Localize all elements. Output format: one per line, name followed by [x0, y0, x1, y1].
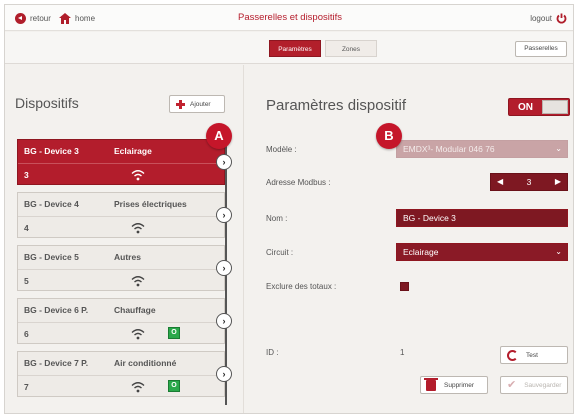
increment-icon[interactable]: ▶	[555, 177, 561, 186]
device-item[interactable]: BG - Device 6 P. Chauffage 6 O ›	[17, 298, 232, 344]
wifi-icon	[131, 223, 145, 234]
parameters-heading: Paramètres dispositif	[266, 97, 407, 114]
device-number: 5	[24, 276, 29, 286]
device-item[interactable]: BG - Device 5 Autres 5 ›	[17, 245, 232, 291]
circuit-label: Circuit :	[266, 248, 294, 257]
device-list: BG - Device 3 Eclairage 3 › BG - Device …	[17, 139, 232, 404]
modele-select: EMDX³- Modular 046 76 ⌄	[396, 140, 568, 158]
chevron-down-icon: ⌄	[555, 247, 562, 256]
save-label: Sauvegarder	[524, 381, 562, 389]
chevron-down-icon: ⌄	[555, 144, 562, 153]
on-off-toggle[interactable]: ON	[508, 98, 570, 116]
top-bar: retour home Passerelles et dispositifs l…	[5, 5, 573, 31]
divider	[18, 269, 224, 270]
device-number: 6	[24, 329, 29, 339]
device-type: Air conditionné	[114, 358, 177, 368]
wifi-icon	[131, 382, 145, 393]
plus-icon	[176, 99, 185, 109]
device-number: 7	[24, 382, 29, 392]
exclure-label: Exclure des totaux :	[266, 282, 337, 291]
logout-label: logout	[530, 13, 552, 23]
device-name: BG - Device 3	[24, 146, 79, 156]
marker-a: A	[206, 123, 232, 149]
nom-label: Nom :	[266, 214, 288, 223]
wifi-icon	[131, 276, 145, 287]
divider	[18, 375, 224, 376]
toggle-label: ON	[518, 102, 533, 113]
wifi-icon	[131, 329, 145, 340]
passerelles-button[interactable]: Passerelles	[515, 41, 567, 57]
test-button[interactable]: Test	[500, 346, 568, 364]
exclure-checkbox[interactable]	[400, 282, 409, 291]
device-name: BG - Device 6 P.	[24, 305, 89, 315]
adresse-modbus-stepper[interactable]: ◀ 3 ▶	[490, 173, 568, 191]
chevron-right-icon[interactable]: ›	[216, 154, 232, 170]
wifi-icon	[131, 170, 145, 181]
test-label: Test	[526, 351, 538, 359]
device-type: Autres	[114, 252, 141, 262]
circuit-value: Eclairage	[403, 247, 439, 257]
chevron-right-icon[interactable]: ›	[216, 366, 232, 382]
circuit-select[interactable]: Eclairage ⌄	[396, 243, 568, 261]
id-label: ID :	[266, 348, 279, 357]
chevron-right-icon[interactable]: ›	[216, 260, 232, 276]
device-name: BG - Device 5	[24, 252, 79, 262]
divider	[18, 216, 224, 217]
device-type: Eclairage	[114, 146, 152, 156]
power-icon	[556, 13, 567, 24]
devices-panel: Dispositifs Ajouter BG - Device 3 Eclair…	[5, 65, 243, 413]
nom-input[interactable]: BG - Device 3	[396, 209, 568, 227]
tab-parametres[interactable]: Paramètres	[269, 40, 321, 57]
logout-button[interactable]: logout	[530, 11, 567, 25]
add-device-button[interactable]: Ajouter	[169, 95, 225, 113]
modele-value: EMDX³- Modular 046 76	[403, 144, 495, 154]
modele-label: Modèle :	[266, 145, 297, 154]
delete-label: Supprimer	[444, 381, 474, 389]
chevron-right-icon[interactable]: ›	[216, 313, 232, 329]
device-number: 4	[24, 223, 29, 233]
divider	[18, 163, 224, 164]
divider	[18, 322, 224, 323]
device-type: Chauffage	[114, 305, 156, 315]
save-button[interactable]: ✔ Sauvegarder	[500, 376, 568, 394]
checkmark-icon: ✔	[507, 378, 517, 391]
trash-icon	[424, 377, 438, 391]
device-type: Prises électriques	[114, 199, 187, 209]
device-item[interactable]: BG - Device 7 P. Air conditionné 7 O ›	[17, 351, 232, 397]
delete-button[interactable]: Supprimer	[420, 376, 488, 394]
refresh-icon	[507, 349, 518, 361]
chevron-right-icon[interactable]: ›	[216, 207, 232, 223]
id-value: 1	[400, 348, 405, 357]
page-title: Passerelles et dispositifs	[237, 12, 343, 23]
marker-b: B	[376, 123, 402, 149]
device-name: BG - Device 7 P.	[24, 358, 89, 368]
tab-zones[interactable]: Zones	[325, 40, 377, 57]
tab-bar: Paramètres Zones Passerelles	[5, 32, 573, 64]
add-label: Ajouter	[190, 100, 211, 108]
app-window: retour home Passerelles et dispositifs l…	[4, 4, 574, 414]
device-parameters-panel: Paramètres dispositif ON Modèle : EMDX³-…	[243, 65, 573, 413]
module-status-badge: O	[168, 380, 180, 392]
adresse-modbus-label: Adresse Modbus :	[266, 178, 331, 187]
toggle-knob	[542, 100, 568, 114]
devices-heading: Dispositifs	[15, 95, 79, 111]
device-item[interactable]: BG - Device 4 Prises électriques 4 ›	[17, 192, 232, 238]
module-status-badge: O	[168, 327, 180, 339]
device-item[interactable]: BG - Device 3 Eclairage 3 ›	[17, 139, 232, 185]
device-number: 3	[24, 170, 29, 180]
device-name: BG - Device 4	[24, 199, 79, 209]
